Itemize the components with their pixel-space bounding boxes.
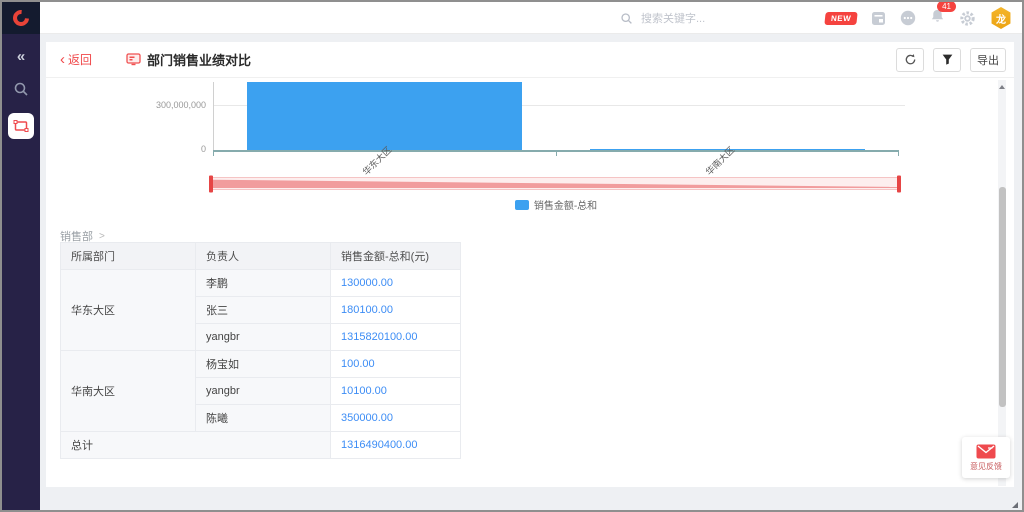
browser-window: 搜索关键字... NEW 41 龙 «	[0, 0, 1024, 512]
person-cell: 张三	[196, 297, 331, 324]
envelope-icon	[976, 444, 996, 459]
breadcrumb-separator: >	[99, 231, 105, 242]
department-cell: 华东大区	[61, 270, 196, 351]
scrollbar-thumb[interactable]	[999, 187, 1006, 407]
legend-swatch	[515, 200, 529, 210]
notification-badge: 41	[937, 1, 956, 12]
search-icon[interactable]	[13, 81, 29, 97]
chart-legend[interactable]: 销售金额-总和	[213, 197, 899, 212]
datazoom-slider[interactable]	[210, 177, 900, 190]
value-cell[interactable]: 130000.00	[331, 270, 461, 297]
topbar-actions: NEW 41 龙	[825, 2, 1012, 34]
back-link[interactable]: ‹ 返回	[60, 51, 92, 68]
datazoom-handle-left[interactable]	[209, 175, 213, 192]
scroll-up-arrow-icon[interactable]	[999, 85, 1005, 89]
table-header-row: 所属部门 负责人 销售金额-总和(元)	[61, 243, 461, 270]
export-button[interactable]: 导出	[970, 48, 1006, 72]
filter-icon	[941, 53, 954, 66]
resize-grip-icon	[1012, 502, 1018, 508]
search-icon	[620, 12, 633, 25]
main-content: ‹ 返回 部门销售业绩对比 导出	[40, 34, 1022, 510]
search-input[interactable]: 搜索关键字...	[641, 10, 705, 26]
collapse-sidebar-icon[interactable]: «	[17, 48, 25, 65]
datazoom-data-shadow	[212, 179, 898, 188]
sidebar: «	[2, 34, 40, 510]
person-cell: yangbr	[196, 378, 331, 405]
table-row: 华南大区 杨宝如 100.00	[61, 351, 461, 378]
feedback-label: 意见反馈	[970, 461, 1002, 472]
total-row: 总计 1316490400.00	[61, 432, 461, 459]
legend-label: 销售金额-总和	[534, 197, 597, 212]
page-title: 部门销售业绩对比	[147, 50, 251, 69]
datazoom-handle-right[interactable]	[897, 175, 901, 192]
brand-logo-icon	[10, 6, 33, 29]
brand-logo[interactable]	[2, 2, 40, 34]
value-cell[interactable]: 350000.00	[331, 405, 461, 432]
gear-icon[interactable]	[959, 10, 976, 27]
global-search[interactable]: 搜索关键字...	[620, 2, 705, 34]
vertical-scrollbar[interactable]	[998, 80, 1006, 486]
avatar[interactable]: 龙	[990, 7, 1012, 29]
y-axis-tick-label: 300,000,000	[136, 100, 206, 110]
table-header-cell: 销售金额-总和(元)	[331, 243, 461, 270]
x-axis-tick	[898, 152, 899, 156]
department-cell: 华南大区	[61, 351, 196, 432]
value-cell[interactable]: 100.00	[331, 351, 461, 378]
value-cell[interactable]: 180100.00	[331, 297, 461, 324]
topbar: 搜索关键字... NEW 41 龙	[2, 2, 1022, 34]
notebook-icon[interactable]	[871, 11, 886, 26]
notifications[interactable]: 41	[930, 8, 945, 29]
person-cell: 陈曦	[196, 405, 331, 432]
x-axis-tick	[213, 152, 214, 156]
report-header: ‹ 返回 部门销售业绩对比 导出	[46, 42, 1014, 78]
chart-bar[interactable]	[247, 82, 521, 150]
refresh-icon	[904, 53, 917, 66]
chart-plot	[213, 82, 899, 150]
chevron-left-icon: ‹	[60, 52, 65, 67]
report-card: ‹ 返回 部门销售业绩对比 导出	[46, 42, 1014, 487]
dashboard-app-icon[interactable]	[8, 113, 34, 139]
messages-icon[interactable]	[900, 10, 916, 26]
y-axis-tick-label: 0	[136, 144, 206, 154]
refresh-button[interactable]	[896, 48, 924, 72]
total-label-cell: 总计	[61, 432, 331, 459]
feedback-button[interactable]: 意见反馈	[962, 437, 1010, 478]
person-cell: 李鹏	[196, 270, 331, 297]
person-cell: 杨宝如	[196, 351, 331, 378]
filter-button[interactable]	[933, 48, 961, 72]
new-badge[interactable]: NEW	[824, 12, 858, 25]
report-icon	[126, 53, 141, 66]
person-cell: yangbr	[196, 324, 331, 351]
report-app-glyph-icon	[13, 119, 29, 133]
value-cell[interactable]: 10100.00	[331, 378, 461, 405]
value-cell[interactable]: 1315820100.00	[331, 324, 461, 351]
total-value-cell[interactable]: 1316490400.00	[331, 432, 461, 459]
table-header-cell: 负责人	[196, 243, 331, 270]
sales-table: 所属部门 负责人 销售金额-总和(元) 华东大区 李鹏 130000.00 张三…	[60, 242, 461, 459]
x-axis-tick	[556, 152, 557, 156]
table-header-cell: 所属部门	[61, 243, 196, 270]
table-row: 华东大区 李鹏 130000.00	[61, 270, 461, 297]
back-label: 返回	[68, 51, 92, 68]
